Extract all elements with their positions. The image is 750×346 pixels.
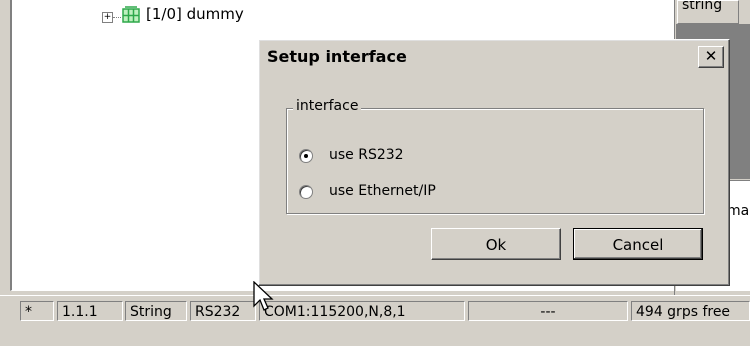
- tree-connector: [113, 17, 121, 18]
- status-port-settings: COM1:115200,N,8,1: [259, 301, 465, 321]
- radio-button-icon[interactable]: [299, 185, 313, 199]
- expand-icon[interactable]: +: [102, 12, 113, 23]
- status-type: String: [125, 301, 187, 321]
- radio-button-icon[interactable]: [299, 149, 313, 163]
- status-version: 1.1.1: [57, 301, 123, 321]
- radio-label-rs232[interactable]: use RS232: [329, 147, 404, 163]
- status-bar: * 1.1.1 String RS232 COM1:115200,N,8,1 -…: [0, 295, 750, 346]
- column-header[interactable]: string: [677, 0, 739, 24]
- status-interface[interactable]: RS232: [190, 301, 256, 321]
- tree-node-label[interactable]: [1/0] dummy: [146, 5, 244, 23]
- status-modified: *: [20, 301, 54, 321]
- close-icon: ✕: [704, 47, 718, 65]
- groupbox-label: interface: [293, 98, 362, 114]
- dialog-title: Setup interface: [267, 47, 407, 66]
- ok-button[interactable]: Ok: [431, 228, 561, 260]
- setup-interface-dialog: Setup interface ✕ interface use RS232 us…: [258, 39, 730, 286]
- status-info: ---: [468, 301, 628, 321]
- status-free-groups: 494 grps free: [631, 301, 750, 321]
- radio-dot: [304, 154, 308, 158]
- close-button[interactable]: ✕: [698, 46, 724, 68]
- grid-node-icon: [122, 6, 140, 23]
- column-header-label: string: [682, 0, 723, 13]
- radio-label-ethernet[interactable]: use Ethernet/IP: [329, 183, 436, 199]
- arrow-cursor-icon: [253, 281, 274, 311]
- cancel-button[interactable]: Cancel: [573, 228, 703, 260]
- right-cell-label: ma: [727, 203, 750, 219]
- dialog-titlebar[interactable]: Setup interface ✕: [262, 43, 726, 74]
